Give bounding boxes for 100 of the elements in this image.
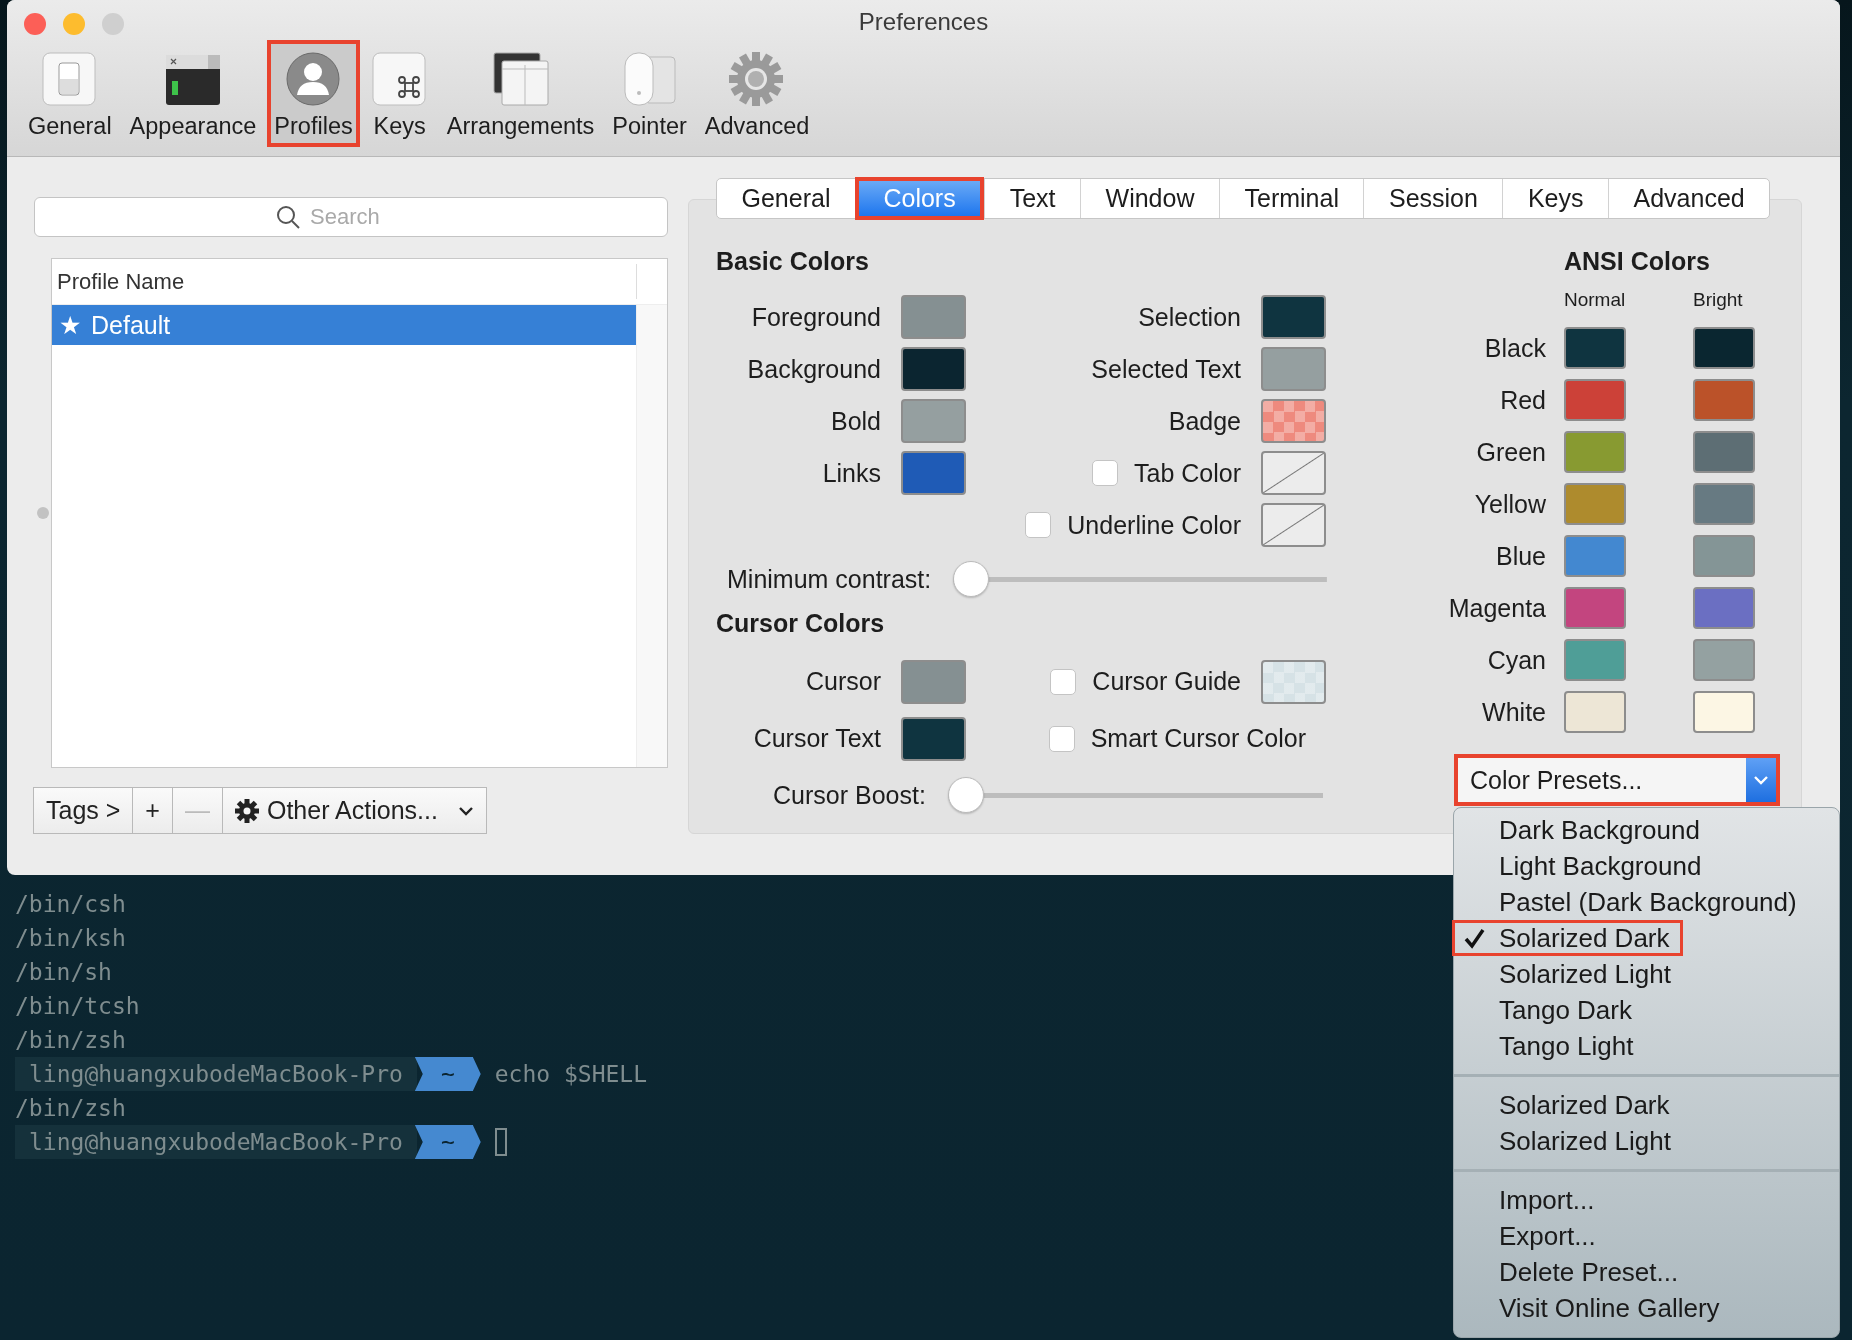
color-well[interactable] xyxy=(1564,379,1626,421)
tab[interactable]: Keys xyxy=(1502,179,1608,218)
toolbar-button[interactable]: Other Actions... xyxy=(221,787,487,834)
tab[interactable]: Session xyxy=(1363,179,1503,218)
color-well[interactable] xyxy=(901,347,966,391)
color-well[interactable] xyxy=(901,295,966,339)
color-label: Selection xyxy=(1138,302,1241,332)
menu-item[interactable]: Solarized Dark xyxy=(1452,920,1683,956)
color-well[interactable] xyxy=(1693,379,1755,421)
terminal-output: /bin/zsh xyxy=(15,1027,126,1053)
checkbox[interactable] xyxy=(1025,512,1052,538)
menu-item[interactable]: Import... xyxy=(1452,1182,1608,1218)
windows-icon xyxy=(491,51,550,107)
color-well[interactable] xyxy=(1693,327,1755,369)
gear-icon xyxy=(234,798,259,823)
toolbar-button[interactable]: Profiles xyxy=(267,40,360,147)
color-well[interactable] xyxy=(1564,691,1626,733)
column-header[interactable]: Profile Name xyxy=(52,259,636,304)
tab[interactable]: Advanced xyxy=(1608,179,1770,218)
color-label: Selected Text xyxy=(1091,354,1241,384)
profile-row[interactable]: ★ Default xyxy=(52,305,636,345)
color-well[interactable] xyxy=(1261,347,1326,391)
menu-item[interactable]: Delete Preset... xyxy=(1452,1254,1692,1290)
color-well[interactable] xyxy=(1564,483,1626,525)
color-well[interactable] xyxy=(1693,691,1755,733)
profile-name: Default xyxy=(91,310,171,341)
text-cursor xyxy=(494,1128,507,1156)
checkbox[interactable] xyxy=(1050,668,1077,695)
color-well[interactable] xyxy=(1693,483,1755,525)
color-label: Foreground xyxy=(751,302,881,332)
color-label: Green xyxy=(1475,437,1547,468)
color-well[interactable] xyxy=(1261,399,1326,443)
menu-item[interactable]: Light Background xyxy=(1452,848,1715,884)
toolbar-button[interactable]: Appearance xyxy=(122,40,264,147)
color-well[interactable] xyxy=(1564,327,1626,369)
terminal-output: /bin/sh xyxy=(15,959,112,985)
color-label: Background xyxy=(747,354,881,384)
menu-item[interactable]: Export... xyxy=(1452,1218,1609,1254)
section-heading: ANSI Colors xyxy=(1564,246,1710,277)
checkbox[interactable] xyxy=(1048,725,1075,752)
prompt-host: ling@huangxubodeMacBook-Pro xyxy=(15,1057,417,1091)
tab[interactable]: General xyxy=(717,179,855,218)
color-well[interactable] xyxy=(1564,639,1626,681)
color-well[interactable] xyxy=(1564,587,1626,629)
prompt-directory: ~ xyxy=(414,1125,481,1159)
empty-color-well[interactable] xyxy=(1261,451,1326,495)
color-label: Cursor Text xyxy=(753,724,881,753)
color-well[interactable] xyxy=(901,716,966,761)
checkbox[interactable] xyxy=(1092,460,1118,486)
tab[interactable]: Window xyxy=(1080,179,1219,218)
color-well[interactable] xyxy=(1261,295,1326,339)
menu-item[interactable]: Tango Dark xyxy=(1452,992,1645,1028)
switch-icon xyxy=(40,51,99,107)
color-well[interactable] xyxy=(901,659,966,704)
tab[interactable]: Terminal xyxy=(1219,179,1364,218)
color-well[interactable] xyxy=(1693,639,1755,681)
color-label: Black xyxy=(1483,333,1547,364)
minimize-button[interactable] xyxy=(63,13,85,35)
color-well[interactable] xyxy=(901,399,966,443)
toolbar-button[interactable]: Keys xyxy=(363,40,436,147)
window-title: Preferences xyxy=(858,10,989,34)
menu-item[interactable]: Dark Background xyxy=(1452,812,1713,848)
color-label: Smart Cursor Color xyxy=(1090,724,1306,753)
menu-item[interactable]: Solarized Light xyxy=(1452,1123,1684,1159)
tab[interactable]: Text xyxy=(984,179,1081,218)
color-well[interactable] xyxy=(1693,431,1755,473)
color-well[interactable] xyxy=(1564,431,1626,473)
menu-item[interactable]: Solarized Dark xyxy=(1452,1087,1683,1123)
color-label: Magenta xyxy=(1447,593,1547,624)
color-label: Cursor Guide xyxy=(1092,667,1241,696)
color-well[interactable] xyxy=(1693,587,1755,629)
menu-item[interactable]: Visit Online Gallery xyxy=(1452,1290,1733,1326)
preset-dropdown[interactable]: Color Presets... xyxy=(1454,754,1780,806)
color-well[interactable] xyxy=(1693,535,1755,577)
empty-color-well[interactable] xyxy=(1261,503,1326,547)
zoom-button[interactable] xyxy=(102,13,124,35)
slider-thumb[interactable] xyxy=(953,561,990,597)
toolbar-button[interactable]: Advanced xyxy=(697,40,817,147)
color-label: Tab Color xyxy=(1134,458,1241,488)
slider-thumb[interactable] xyxy=(947,777,984,813)
menu-item[interactable]: Solarized Light xyxy=(1452,956,1684,992)
terminal-output: /bin/tcsh xyxy=(15,993,140,1019)
terminal-output: /bin/ksh xyxy=(15,925,126,951)
color-well[interactable] xyxy=(901,451,966,495)
column-header: Normal xyxy=(1564,288,1626,312)
close-button[interactable] xyxy=(24,13,46,35)
toolbar-button[interactable]: Arrangements xyxy=(439,40,602,147)
color-well[interactable] xyxy=(1261,659,1326,704)
menu-item[interactable]: Tango Light xyxy=(1452,1028,1647,1064)
menu-item[interactable]: Pastel (Dark Background) xyxy=(1452,884,1810,920)
toolbar-button[interactable]: Pointer xyxy=(605,40,694,147)
color-well[interactable] xyxy=(1564,535,1626,577)
toolbar-button[interactable]: Tags > xyxy=(33,787,134,834)
search-field[interactable]: Search xyxy=(34,197,668,237)
toolbar-button[interactable]: + xyxy=(132,787,173,834)
color-label: Red xyxy=(1499,385,1547,416)
color-label: Links xyxy=(822,458,881,488)
color-label: White xyxy=(1481,697,1547,728)
splitter-handle[interactable] xyxy=(36,507,49,519)
toolbar-button[interactable]: General xyxy=(21,40,119,147)
